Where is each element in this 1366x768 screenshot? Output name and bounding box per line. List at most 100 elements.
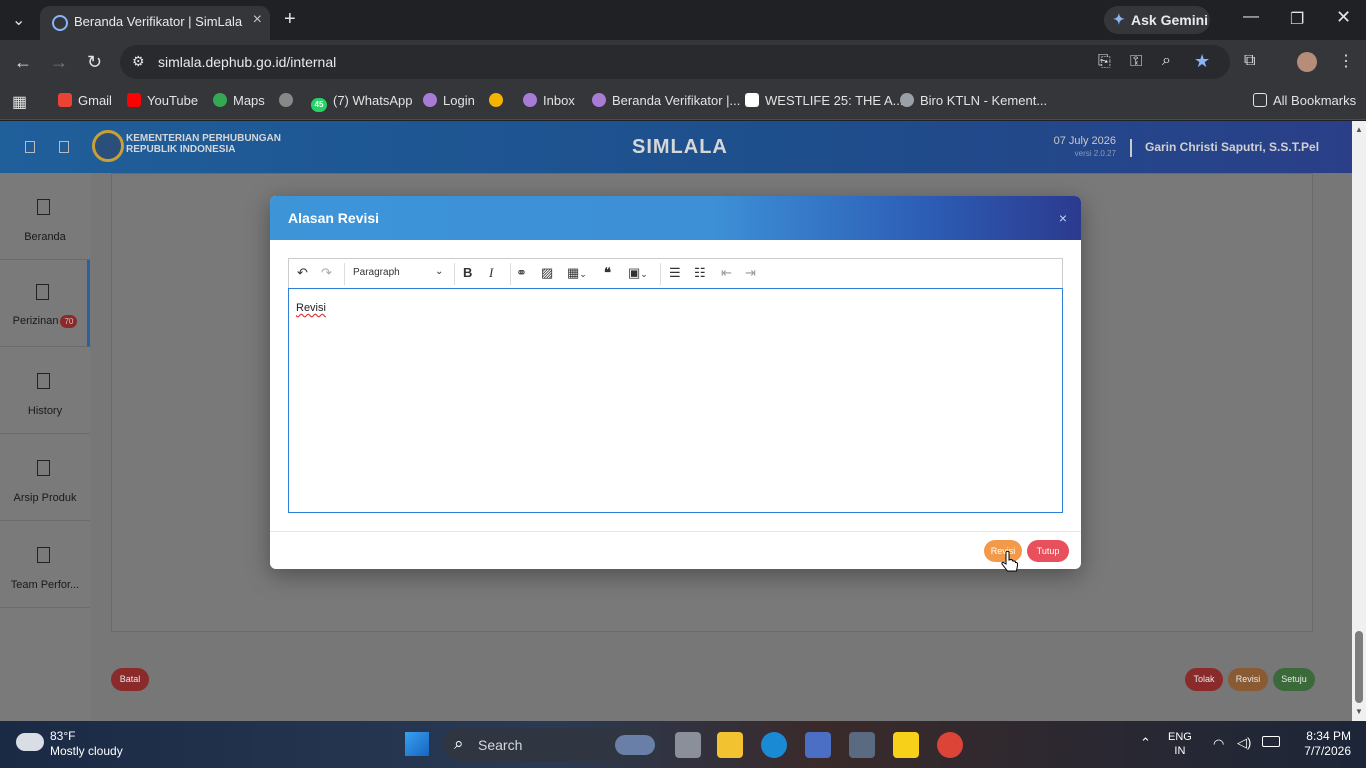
batal-button[interactable]: Batal bbox=[111, 668, 149, 691]
modal-header: Alasan Revisi × bbox=[270, 196, 1081, 240]
archive-icon bbox=[37, 460, 50, 476]
apps-grid-icon[interactable]: ▦ bbox=[12, 92, 27, 112]
tab-search-icon[interactable]: ⌄ bbox=[12, 10, 25, 30]
sidebar-item-arsip-produk[interactable]: Arsip Produk bbox=[0, 434, 90, 521]
chrome-icon[interactable] bbox=[937, 732, 963, 758]
weather-condition: Mostly cloudy bbox=[50, 744, 123, 758]
revisi-page-button[interactable]: Revisi bbox=[1228, 668, 1268, 691]
modal-title: Alasan Revisi bbox=[288, 210, 380, 226]
bookmark-pinwheel-icon[interactable] bbox=[489, 93, 509, 108]
bookmarks-bar: ▦ Gmail YouTube Maps 45 (7) WhatsApp Logi… bbox=[0, 84, 1366, 120]
sidebar-item-history[interactable]: History bbox=[0, 347, 90, 434]
scrollbar-thumb[interactable] bbox=[1355, 631, 1363, 703]
ask-gemini-button[interactable]: ✦ Ask Gemini bbox=[1104, 6, 1210, 34]
redo-icon[interactable]: ↷ bbox=[321, 265, 332, 281]
window-close-icon[interactable]: ✕ bbox=[1336, 7, 1351, 28]
taskbar-search[interactable]: ⌕ Search bbox=[443, 728, 661, 761]
forward-icon[interactable]: → bbox=[50, 52, 68, 73]
undo-icon[interactable]: ↶ bbox=[297, 265, 308, 281]
toolbar-separator bbox=[344, 263, 345, 285]
camera-icon[interactable] bbox=[849, 732, 875, 758]
minimize-icon[interactable]: — bbox=[1243, 8, 1259, 26]
bulleted-list-icon[interactable]: ☰ bbox=[669, 265, 681, 281]
blockquote-icon[interactable]: ❝ bbox=[604, 265, 611, 281]
volume-icon[interactable]: ◁) bbox=[1237, 735, 1251, 751]
task-view-icon[interactable] bbox=[675, 732, 701, 758]
language-indicator[interactable]: ENG IN bbox=[1168, 730, 1192, 758]
file-explorer-icon[interactable] bbox=[717, 732, 743, 758]
tab-close-icon[interactable]: × bbox=[253, 11, 262, 29]
editor-toolbar: ↶ ↷ Paragraph ⌄ B I ⚭ ▨ ▦⌄ ❝ ▣⌄ ☰ ☷ ⇤ ⇥ bbox=[288, 258, 1063, 288]
bookmark-gmail[interactable]: Gmail bbox=[58, 93, 112, 108]
bookmark-whatsapp[interactable]: 45 (7) WhatsApp bbox=[311, 93, 412, 112]
zoom-icon[interactable]: ⌕ bbox=[1162, 52, 1171, 70]
user-name[interactable]: Garin Christi Saputri, S.S.T.Pel bbox=[1145, 140, 1319, 154]
reload-icon[interactable]: ↻ bbox=[87, 52, 102, 73]
tray-overflow-icon[interactable]: ⌃ bbox=[1140, 735, 1151, 751]
bookmark-biro-ktln[interactable]: Biro KTLN - Kement... bbox=[900, 93, 1047, 108]
bookmark-inbox[interactable]: Inbox bbox=[523, 93, 575, 108]
insert-image-icon[interactable]: ▨ bbox=[541, 265, 553, 281]
battery-icon[interactable] bbox=[1262, 736, 1280, 747]
bookmark-westlife[interactable]: WESTLIFE 25: THE A... bbox=[745, 93, 903, 108]
windows-start-icon[interactable] bbox=[405, 732, 429, 756]
maximize-icon[interactable]: ❐ bbox=[1290, 9, 1304, 29]
toolbar-separator bbox=[510, 263, 511, 285]
password-key-icon[interactable]: ⚿ bbox=[1130, 53, 1142, 71]
app-icon[interactable] bbox=[805, 732, 831, 758]
profile-avatar[interactable] bbox=[1297, 52, 1317, 72]
wifi-icon[interactable]: ◠ bbox=[1213, 736, 1224, 752]
insert-table-icon[interactable]: ▦⌄ bbox=[567, 265, 587, 281]
scroll-down-icon[interactable]: ▼ bbox=[1355, 707, 1363, 716]
sidebar: Beranda Perizinan 70 History Arsip Produk… bbox=[0, 173, 90, 721]
bookmark-globe-icon[interactable] bbox=[279, 93, 299, 108]
menu-toggle-icon[interactable] bbox=[25, 141, 35, 153]
bookmark-login[interactable]: Login bbox=[423, 93, 475, 108]
bookmark-beranda-verifikator[interactable]: Beranda Verifikator |... bbox=[592, 93, 740, 108]
bookmark-youtube[interactable]: YouTube bbox=[127, 93, 198, 108]
url-text[interactable]: simlala.dephub.go.id/internal bbox=[158, 54, 336, 70]
sidebar-item-perizinan[interactable]: Perizinan 70 bbox=[0, 260, 90, 347]
temperature: 83°F bbox=[50, 729, 76, 743]
toolbar-separator bbox=[660, 263, 661, 285]
heading-select[interactable]: Paragraph ⌄ bbox=[353, 266, 443, 278]
browser-toolbar: ← → ↻ ⚙ simlala.dephub.go.id/internal ⎘ … bbox=[0, 40, 1366, 84]
scroll-up-icon[interactable]: ▲ bbox=[1355, 125, 1363, 134]
sidebar-item-team-performance[interactable]: Team Perfor... bbox=[0, 521, 90, 608]
address-bar[interactable]: ⚙ simlala.dephub.go.id/internal ⎘ ⚿ ⌕ ★ bbox=[120, 45, 1230, 79]
system-clock[interactable]: 8:34 PM 7/7/2026 bbox=[1295, 729, 1351, 759]
indent-icon[interactable]: ⇥ bbox=[745, 265, 756, 281]
page-scrollbar[interactable]: ▲ ▼ bbox=[1352, 121, 1366, 721]
setuju-button[interactable]: Setuju bbox=[1273, 668, 1315, 691]
revision-reason-editor[interactable]: Revisi bbox=[288, 288, 1063, 513]
media-embed-icon[interactable]: ▣⌄ bbox=[628, 265, 648, 281]
hand-cursor-icon bbox=[1001, 550, 1018, 572]
sticky-notes-icon[interactable] bbox=[893, 732, 919, 758]
sidebar-item-beranda[interactable]: Beranda bbox=[0, 173, 90, 260]
app-version: versi 2.0.27 bbox=[1074, 149, 1116, 158]
editor-content[interactable]: Revisi bbox=[296, 302, 326, 314]
bookmark-maps[interactable]: Maps bbox=[213, 93, 265, 108]
all-bookmarks[interactable]: All Bookmarks bbox=[1253, 93, 1356, 108]
italic-icon[interactable]: I bbox=[489, 265, 493, 281]
app-name: SIMLALA bbox=[632, 136, 728, 158]
menu-dots-icon[interactable]: ⋮ bbox=[1338, 51, 1354, 71]
new-tab-icon[interactable]: + bbox=[284, 8, 296, 31]
org-name: KEMENTERIAN PERHUBUNGAN REPUBLIK INDONES… bbox=[126, 133, 282, 155]
back-icon[interactable]: ← bbox=[14, 52, 32, 73]
bookmark-star-icon[interactable]: ★ bbox=[1194, 51, 1210, 72]
site-info-icon[interactable]: ⚙ bbox=[132, 53, 145, 70]
tab-favicon-icon bbox=[52, 15, 68, 31]
browser-tab[interactable]: Beranda Verifikator | SimLala × bbox=[40, 6, 270, 40]
bold-icon[interactable]: B bbox=[463, 265, 472, 280]
tutup-button[interactable]: Tutup bbox=[1027, 540, 1069, 562]
install-app-icon[interactable]: ⎘ bbox=[1098, 53, 1111, 71]
modal-close-icon[interactable]: × bbox=[1059, 210, 1067, 226]
numbered-list-icon[interactable]: ☷ bbox=[694, 265, 706, 281]
fullscreen-icon[interactable] bbox=[59, 141, 69, 153]
tolak-button[interactable]: Tolak bbox=[1185, 668, 1223, 691]
outdent-icon[interactable]: ⇤ bbox=[721, 265, 732, 281]
edge-icon[interactable] bbox=[761, 732, 787, 758]
extensions-icon[interactable]: ⧉ bbox=[1244, 52, 1255, 70]
link-icon[interactable]: ⚭ bbox=[516, 265, 527, 281]
